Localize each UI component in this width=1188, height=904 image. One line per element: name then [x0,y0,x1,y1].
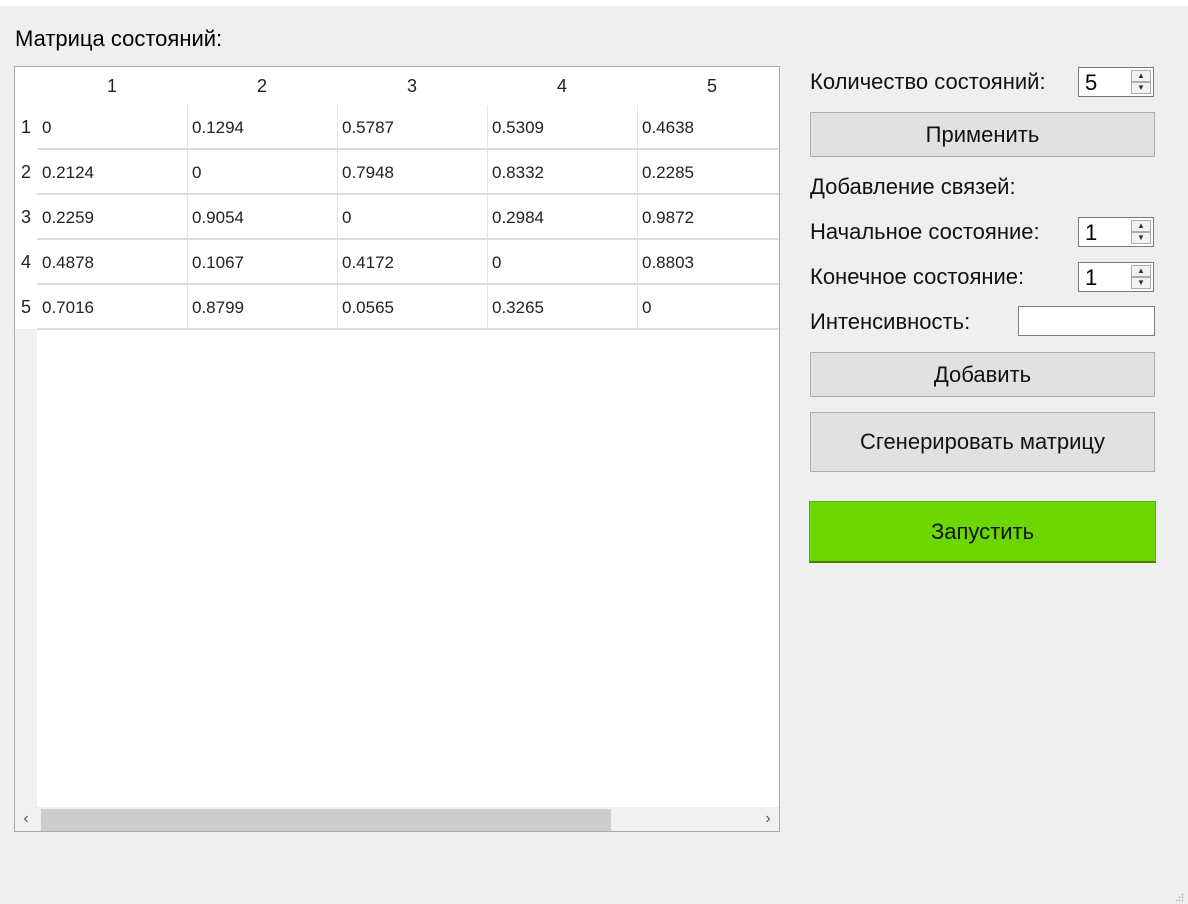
matrix-cell[interactable]: 0.7948 [337,150,487,195]
row-header-5[interactable]: 5 [15,285,37,330]
scroll-left-icon[interactable]: ‹ [15,807,37,831]
row-header-4[interactable]: 4 [15,240,37,285]
matrix-cell[interactable]: 0 [187,150,337,195]
matrix-cell[interactable]: 0.8332 [487,150,637,195]
matrix-cell[interactable]: 0.5309 [487,105,637,150]
scrollbar-thumb[interactable] [41,809,611,831]
horizontal-scrollbar[interactable]: ‹ › [15,807,779,831]
start-state-value[interactable]: 1 [1085,218,1097,246]
matrix-label: Матрица состояний: [15,26,223,51]
column-header-2[interactable]: 2 [187,67,337,105]
intensity-input[interactable] [1018,306,1155,336]
spin-down-icon[interactable]: ▼ [1131,232,1151,244]
spin-up-icon[interactable]: ▲ [1131,70,1151,82]
states-count-value[interactable]: 5 [1085,68,1097,96]
matrix-cell[interactable]: 0.4638 [637,105,779,150]
matrix-cell[interactable]: 0.2285 [637,150,779,195]
end-state-spinbox[interactable]: 1 ▲ ▼ [1078,262,1154,292]
state-matrix-table[interactable]: 1 2 3 4 5 1 0 0.1294 0.5787 0.5309 0.463… [14,66,780,832]
row-separator [37,328,779,330]
matrix-cell[interactable]: 0 [37,105,187,150]
matrix-cell[interactable]: 0 [487,240,637,285]
matrix-cell[interactable]: 0.2124 [37,150,187,195]
row-header-empty-area [15,329,37,807]
scroll-right-icon[interactable]: › [757,807,779,831]
states-count-spinbox[interactable]: 5 ▲ ▼ [1078,67,1154,97]
start-state-spinbox[interactable]: 1 ▲ ▼ [1078,217,1154,247]
column-header-5[interactable]: 5 [637,67,779,105]
spin-up-icon[interactable]: ▲ [1131,220,1151,232]
spin-down-icon[interactable]: ▼ [1131,82,1151,94]
start-state-label: Начальное состояние: [810,219,1040,244]
main-window: Матрица состояний: 1 2 3 4 5 1 0 0.1294 … [0,6,1188,904]
intensity-label: Интенсивность: [810,309,971,334]
matrix-cell[interactable]: 0.3265 [487,285,637,330]
apply-button[interactable]: Применить [810,112,1155,157]
states-count-label: Количество состояний: [810,69,1046,94]
matrix-cell[interactable]: 0.1067 [187,240,337,285]
generate-matrix-button[interactable]: Сгенерировать матрицу [810,412,1155,472]
matrix-cell[interactable]: 0.4878 [37,240,187,285]
matrix-cell[interactable]: 0.9872 [637,195,779,240]
table-corner [15,67,37,105]
matrix-cell[interactable]: 0.2984 [487,195,637,240]
column-header-3[interactable]: 3 [337,67,487,105]
matrix-cell[interactable]: 0.2259 [37,195,187,240]
column-header-4[interactable]: 4 [487,67,637,105]
row-header-3[interactable]: 3 [15,195,37,240]
matrix-cell[interactable]: 0 [337,195,487,240]
matrix-cell[interactable]: 0.1294 [187,105,337,150]
end-state-label: Конечное состояние: [810,264,1025,289]
matrix-cell[interactable]: 0.4172 [337,240,487,285]
matrix-cell[interactable]: 0.5787 [337,105,487,150]
matrix-cell[interactable]: 0.0565 [337,285,487,330]
add-button[interactable]: Добавить [810,352,1155,397]
resize-grip-icon[interactable] [1174,892,1184,902]
matrix-cell[interactable]: 0.7016 [37,285,187,330]
spin-down-icon[interactable]: ▼ [1131,277,1151,289]
end-state-value[interactable]: 1 [1085,263,1097,291]
column-header-1[interactable]: 1 [37,67,187,105]
matrix-cell[interactable]: 0.8803 [637,240,779,285]
run-button[interactable]: Запустить [809,501,1156,563]
spin-up-icon[interactable]: ▲ [1131,265,1151,277]
matrix-cell[interactable]: 0 [637,285,779,330]
add-links-label: Добавление связей: [810,174,1016,199]
row-header-2[interactable]: 2 [15,150,37,195]
row-header-1[interactable]: 1 [15,105,37,150]
matrix-cell[interactable]: 0.8799 [187,285,337,330]
matrix-cell[interactable]: 0.9054 [187,195,337,240]
